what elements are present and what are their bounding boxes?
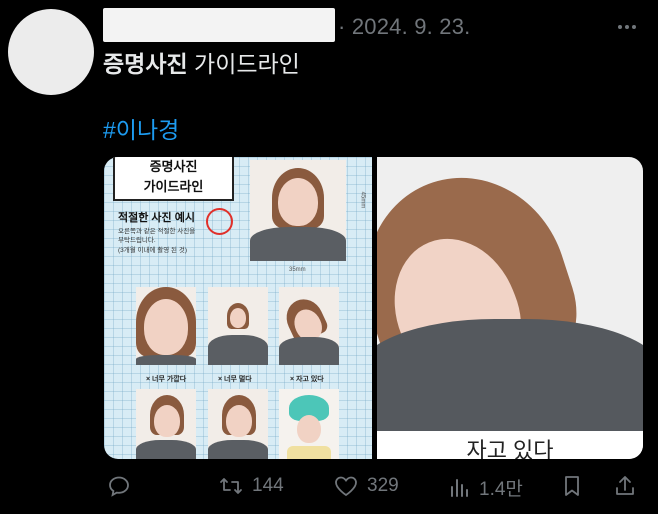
bad-photo-sleeping bbox=[279, 287, 339, 365]
avatar[interactable] bbox=[8, 9, 94, 95]
bad-photo-bottom-1 bbox=[136, 389, 196, 459]
example-photo bbox=[250, 160, 346, 261]
hashtag-link[interactable]: #이나경 bbox=[103, 111, 179, 145]
guide-note-2: 부탁드립니다. bbox=[118, 237, 156, 244]
red-circle-mark bbox=[206, 208, 233, 235]
bad-photo-too-far bbox=[208, 287, 268, 365]
retweet-count: 144 bbox=[252, 475, 284, 496]
like-count: 329 bbox=[367, 475, 399, 496]
dim-height-label: 45mm bbox=[359, 191, 366, 209]
guide-image[interactable]: 증명사진 가이드라인 적절한 사진 예시 오른쪽과 같은 적절한 사진을 부탁드… bbox=[104, 157, 372, 459]
author-name-redacted[interactable] bbox=[103, 8, 335, 42]
reply-icon bbox=[109, 476, 129, 497]
bookmark-button[interactable] bbox=[561, 474, 583, 498]
tweet-text-rest: 가이드라인 bbox=[187, 51, 300, 77]
guide-title-line1: 증명사진 bbox=[149, 159, 198, 174]
retweet-icon bbox=[220, 478, 242, 494]
share-icon bbox=[616, 476, 634, 495]
views-button[interactable]: 1.4만 bbox=[449, 474, 523, 501]
caption-too-close: × 너무 가깝다 bbox=[146, 376, 187, 383]
sleeping-photo[interactable]: 자고 있다 bbox=[377, 157, 643, 459]
like-icon bbox=[335, 476, 357, 497]
action-bar: 144 329 1.4만 bbox=[0, 470, 658, 506]
sleeping-caption: 자고 있다 bbox=[377, 431, 643, 459]
share-button[interactable] bbox=[613, 474, 637, 498]
caption-too-far: × 너무 멀다 bbox=[218, 376, 252, 383]
views-count: 1.4만 bbox=[479, 479, 523, 500]
guide-title-box: 증명사진 가이드라인 bbox=[113, 157, 234, 201]
reply-button[interactable] bbox=[107, 474, 131, 498]
guide-subhead: 적절한 사진 예시 bbox=[118, 212, 195, 224]
more-icon[interactable] bbox=[612, 14, 642, 40]
bookmark-icon bbox=[565, 476, 579, 496]
bad-photo-bottom-2 bbox=[208, 389, 268, 459]
retweet-button[interactable]: 144 bbox=[218, 474, 284, 498]
like-button[interactable]: 329 bbox=[333, 474, 399, 498]
guide-note-3: (3개월 이내에 촬영 된 것) bbox=[118, 247, 187, 254]
tweet-date[interactable]: · 2024. 9. 23. bbox=[338, 14, 470, 40]
tweet-text: 증명사진 가이드라인 bbox=[103, 45, 300, 79]
bad-photo-too-close bbox=[136, 287, 196, 365]
media-grid: 증명사진 가이드라인 적절한 사진 예시 오른쪽과 같은 적절한 사진을 부탁드… bbox=[104, 157, 643, 459]
bad-photo-bottom-3 bbox=[279, 389, 339, 459]
dim-width-label: 35mm bbox=[289, 267, 306, 273]
views-icon bbox=[451, 478, 468, 497]
tweet-text-bold: 증명사진 bbox=[103, 51, 188, 77]
caption-sleeping: × 자고 있다 bbox=[290, 376, 324, 383]
guide-title-line2: 가이드라인 bbox=[143, 179, 204, 194]
